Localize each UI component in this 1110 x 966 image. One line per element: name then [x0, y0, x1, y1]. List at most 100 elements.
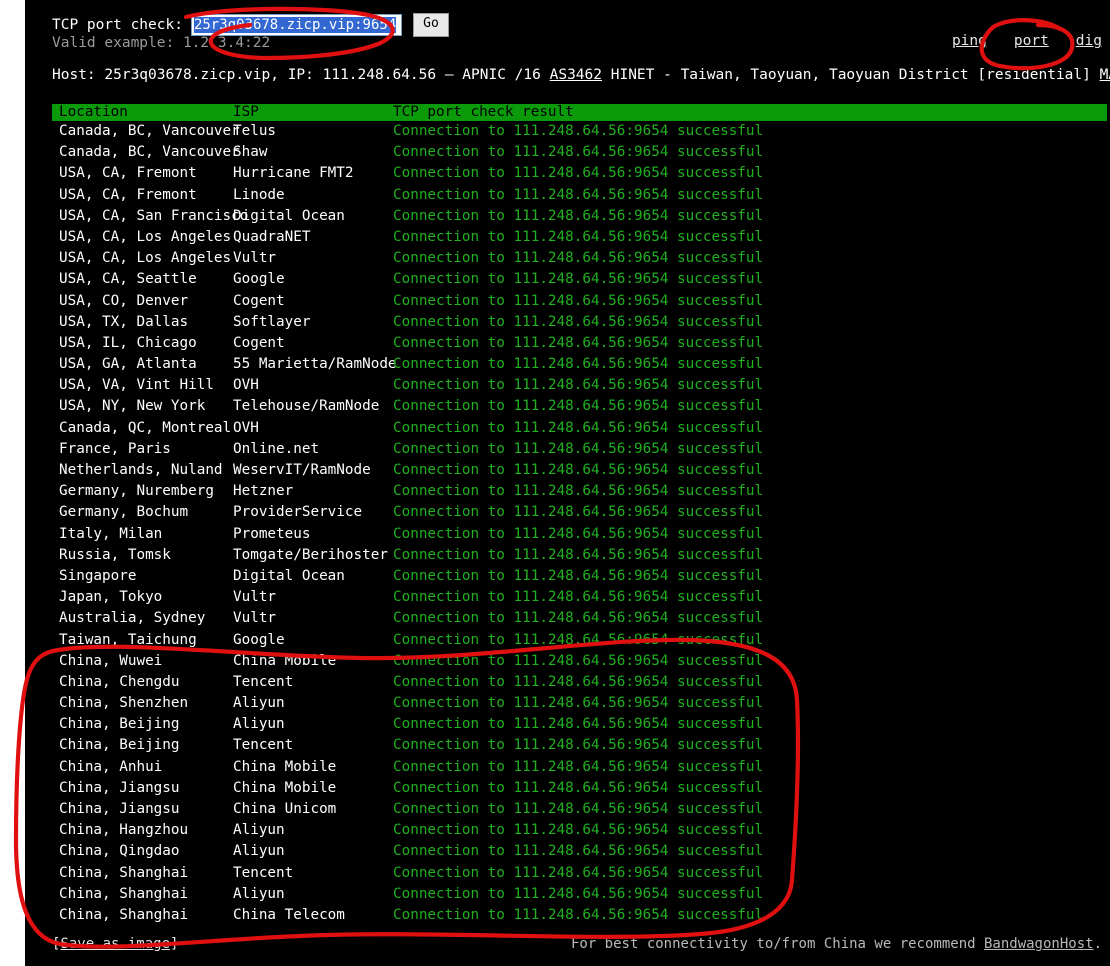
cell-isp: WeservIT/RamNode	[233, 462, 371, 478]
cell-location: USA, CA, San Francisco	[59, 207, 249, 224]
host-info-line: Host: 25r3q03678.zicp.vip, IP: 111.248.6…	[52, 67, 1110, 83]
nav-link-dig[interactable]: dig	[1076, 33, 1102, 49]
cell-location: Canada, QC, Montreal	[59, 419, 232, 436]
cell-result: Connection to 111.248.64.56:9654 success…	[393, 313, 764, 330]
cell-location: Australia, Sydney	[59, 610, 206, 627]
cell-result: Connection to 111.248.64.56:9654 success…	[393, 186, 764, 203]
cell-location: China, Shanghai	[59, 885, 189, 902]
map-link[interactable]: MAP	[1100, 67, 1110, 83]
table-row: Taiwan, Taichung Google Connection to 111.…	[52, 630, 1107, 651]
cell-isp: Online.net	[233, 440, 320, 457]
cell-isp: Tencent	[233, 673, 294, 690]
cell-isp: China Mobile	[233, 758, 337, 775]
cell-result: Connection to 111.248.64.56:9654 success…	[393, 398, 764, 415]
cell-result: Connection to 111.248.64.56:9654 success…	[393, 123, 764, 139]
cell-location: USA, CA, Fremont	[59, 186, 197, 203]
save-as-image[interactable]: [Save as image]	[52, 936, 178, 952]
cell-result: Connection to 111.248.64.56:9654 success…	[393, 165, 764, 182]
bandwagonhost-link[interactable]: BandwagonHost	[984, 936, 1094, 952]
table-row: USA, CA, Fremont Hurricane FMT2 Connection…	[52, 163, 1107, 184]
cell-isp: Google	[233, 631, 285, 648]
cell-location: USA, CO, Denver	[59, 292, 189, 309]
asn-link[interactable]: AS3462	[550, 67, 602, 83]
cell-result: Connection to 111.248.64.56:9654 success…	[393, 356, 764, 373]
table-row: Canada, BC, Vancouver Telus Connection to …	[52, 121, 1107, 142]
table-row: USA, NY, New York Telehouse/RamNode Connec…	[52, 396, 1107, 417]
table-row: China, Shanghai Tencent Connection to 111.…	[52, 863, 1107, 884]
cell-result: Connection to 111.248.64.56:9654 success…	[393, 462, 764, 478]
cell-isp: Telus	[233, 123, 277, 139]
cell-result: Connection to 111.248.64.56:9654 success…	[393, 737, 764, 754]
cell-result: Connection to 111.248.64.56:9654 success…	[393, 885, 764, 902]
cell-location: China, Qingdao	[59, 843, 180, 860]
nav-link-port[interactable]: port	[1014, 33, 1049, 49]
save-as-image-link[interactable]: Save as image	[60, 936, 170, 952]
cell-result: Connection to 111.248.64.56:9654 success…	[393, 843, 764, 860]
table-row: France, Paris Online.net Connection to 111…	[52, 439, 1107, 460]
cell-location: China, Wuwei	[59, 652, 163, 669]
cell-result: Connection to 111.248.64.56:9654 success…	[393, 440, 764, 457]
recommendation-prefix: For best connectivity to/from China we r…	[570, 936, 984, 952]
cell-location: Italy, Milan	[59, 525, 163, 542]
column-header-result: TCP port check result	[393, 104, 574, 120]
cell-isp: Hetzner	[233, 483, 294, 500]
cell-result: Connection to 111.248.64.56:9654 success…	[393, 483, 764, 500]
cell-isp: Vultr	[233, 250, 277, 267]
cell-result: Connection to 111.248.64.56:9654 success…	[393, 419, 764, 436]
cell-isp: Tomgate/Berihoster	[233, 546, 388, 563]
cell-result: Connection to 111.248.64.56:9654 success…	[393, 228, 764, 245]
cell-isp: QuadraNET	[233, 228, 311, 245]
table-row: Canada, BC, Vancouver Shaw Connection to 1…	[52, 142, 1107, 163]
cell-isp: Aliyun	[233, 843, 285, 860]
cell-isp: Cogent	[233, 292, 285, 309]
table-row: China, Shanghai Aliyun Connection to 111.2…	[52, 884, 1107, 905]
table-row: USA, CA, San Francisco Digital Ocean Conne…	[52, 206, 1107, 227]
cell-isp: China Telecom	[233, 906, 345, 923]
table-row: China, Shenzhen Aliyun Connection to 111.2…	[52, 693, 1107, 714]
cell-result: Connection to 111.248.64.56:9654 success…	[393, 504, 764, 521]
cell-location: Singapore	[59, 567, 137, 584]
port-check-form: TCP port check: Go	[52, 13, 449, 37]
results-table: Location ISP TCP port check result Canad…	[52, 104, 1107, 926]
cell-isp: Google	[233, 271, 285, 288]
table-row: Canada, QC, Montreal OVH Connection to 111…	[52, 418, 1107, 439]
cell-isp: Prometeus	[233, 525, 311, 542]
table-row: China, Hangzhou Aliyun Connection to 111.2…	[52, 820, 1107, 841]
cell-result: Connection to 111.248.64.56:9654 success…	[393, 801, 764, 817]
table-row: Germany, Bochum ProviderService Connection…	[52, 502, 1107, 523]
table-row: USA, CA, Los Angeles QuadraNET Connection …	[52, 227, 1107, 248]
cell-isp: Tencent	[233, 864, 294, 881]
cell-isp: Aliyun	[233, 695, 285, 712]
cell-isp: Digital Ocean	[233, 207, 345, 224]
recommendation-text: For best connectivity to/from China we r…	[571, 936, 1102, 952]
table-row: China, Beijing Aliyun Connection to 111.24…	[52, 714, 1107, 735]
page-root: TCP port check: Go Valid example: 1.2.3.…	[0, 0, 1110, 966]
cell-location: USA, CA, Fremont	[59, 165, 197, 182]
cell-isp: Hurricane FMT2	[233, 165, 354, 182]
cell-location: France, Paris	[59, 440, 171, 457]
cell-result: Connection to 111.248.64.56:9654 success…	[393, 631, 764, 648]
cell-isp: Linode	[233, 186, 285, 203]
go-button[interactable]: Go	[412, 13, 449, 37]
cell-result: Connection to 111.248.64.56:9654 success…	[393, 589, 764, 606]
table-row: China, Qingdao Aliyun Connection to 111.24…	[52, 841, 1107, 862]
table-row: USA, IL, Chicago Cogent Connection to 111.…	[52, 333, 1107, 354]
cell-result: Connection to 111.248.64.56:9654 success…	[393, 864, 764, 881]
cell-result: Connection to 111.248.64.56:9654 success…	[393, 695, 764, 712]
table-row: Singapore Digital Ocean Connection to 111.…	[52, 566, 1107, 587]
cell-isp: Aliyun	[233, 822, 285, 839]
top-nav: ping port dig	[952, 33, 1102, 49]
cell-isp: China Unicom	[233, 801, 337, 817]
table-row: China, Beijing Tencent Connection to 111.2…	[52, 735, 1107, 756]
port-check-input[interactable]	[190, 14, 402, 36]
table-row: Australia, Sydney Vultr Connection to 111.…	[52, 608, 1107, 629]
nav-link-ping[interactable]: ping	[952, 33, 987, 49]
cell-isp: 55 Marietta/RamNode	[233, 356, 397, 373]
table-row: USA, CA, Los Angeles Vultr Connection to 1…	[52, 248, 1107, 269]
cell-result: Connection to 111.248.64.56:9654 success…	[393, 716, 764, 733]
cell-location: Russia, Tomsk	[59, 546, 171, 563]
cell-location: Germany, Nuremberg	[59, 483, 214, 500]
cell-result: Connection to 111.248.64.56:9654 success…	[393, 779, 764, 796]
valid-example-text: Valid example: 1.2.3.4:22	[52, 35, 271, 51]
cell-location: Canada, BC, Vancouver	[59, 144, 240, 161]
